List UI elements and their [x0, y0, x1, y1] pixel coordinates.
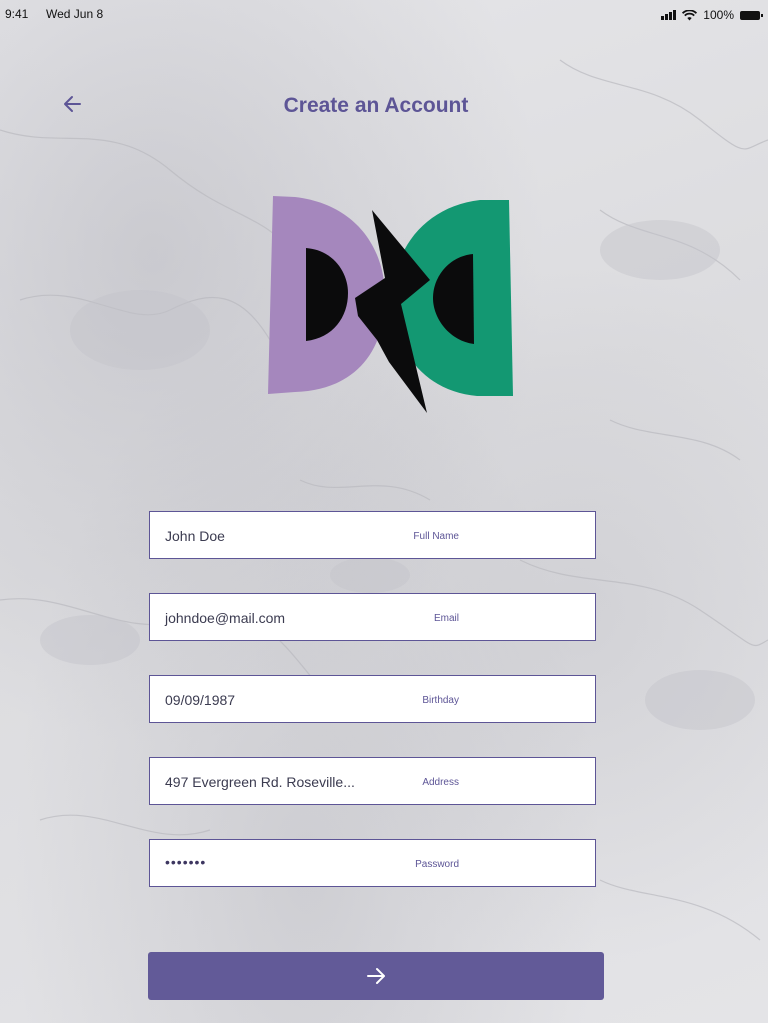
status-date: Wed Jun 8 [46, 7, 104, 21]
email-label: Email [433, 613, 459, 624]
wifi-icon [682, 9, 698, 20]
address-label: Address [422, 777, 459, 788]
arrow-right-icon [367, 968, 385, 984]
full-name-field[interactable]: John Doe Full Name [149, 511, 596, 559]
page-title: Create an Account [283, 94, 469, 117]
battery-percent: 100% [703, 8, 734, 22]
password-field[interactable]: ••••••• Password [149, 839, 596, 887]
battery-icon [740, 10, 763, 20]
birthday-field[interactable]: 09/09/1987 Birthday [149, 675, 596, 723]
status-time: 9:41 [5, 7, 29, 21]
birthday-label: Birthday [422, 695, 459, 706]
address-field[interactable]: 497 Evergreen Rd. Roseville... Address [149, 757, 596, 805]
password-label: Password [415, 859, 459, 870]
address-value: 497 Evergreen Rd. Roseville... [165, 774, 355, 790]
status-indicators: 100% [661, 8, 763, 22]
birthday-value: 09/09/1987 [165, 692, 236, 708]
full-name-label: Full Name [413, 531, 459, 542]
password-value: ••••••• [165, 854, 207, 870]
email-value: johndoe@mail.com [165, 610, 286, 626]
status-bar: 9:41 Wed Jun 8 100% [0, 0, 768, 28]
cellular-signal-icon [661, 10, 677, 20]
full-name-value: John Doe [165, 528, 225, 544]
email-field[interactable]: johndoe@mail.com Email [149, 593, 596, 641]
app-logo [268, 196, 513, 413]
submit-button[interactable] [148, 952, 604, 1000]
